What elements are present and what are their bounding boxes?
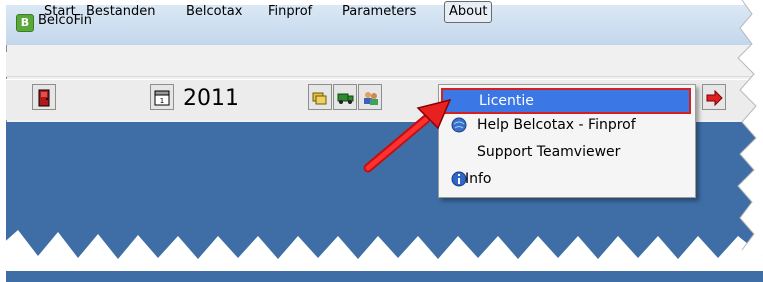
screenshot: B BelcoFin Start Bestanden Belcotax Finp… xyxy=(0,0,763,282)
torn-edge-decoration xyxy=(0,0,763,271)
